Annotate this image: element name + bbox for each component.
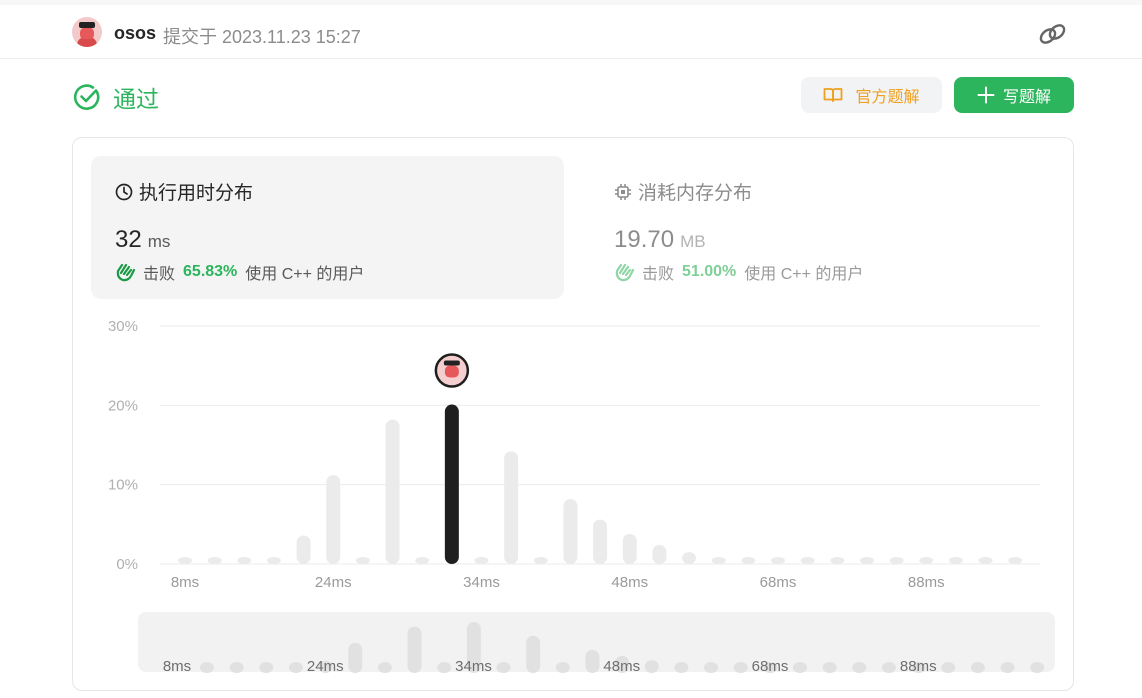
- navigator-bar: [288, 662, 303, 673]
- runtime-distribution-chart: 0% 10% 20% 30% 8ms 24ms 34ms 48ms 68ms 88ms 8ms 24m…: [108, 318, 1045, 675]
- chart-bar[interactable]: [1008, 557, 1023, 564]
- navigator-bar: [496, 662, 511, 673]
- chart-bar-current[interactable]: [444, 404, 459, 564]
- chart-bar[interactable]: [652, 544, 667, 564]
- navigator-bar: [674, 662, 689, 673]
- navigator-bar: [644, 660, 659, 673]
- navigator-bar: [526, 635, 541, 673]
- user-marker-face: [444, 365, 459, 378]
- x-tick-label: 88ms: [908, 574, 945, 591]
- y-tick-label: 20%: [108, 397, 138, 414]
- chart-bar[interactable]: [326, 475, 341, 564]
- chart-bar[interactable]: [622, 533, 637, 564]
- navigator-tick-label: 68ms: [752, 658, 789, 675]
- chart-bar[interactable]: [741, 557, 756, 564]
- chart-bar[interactable]: [385, 419, 400, 564]
- navigator-bar: [970, 662, 985, 673]
- navigator-bar: [200, 662, 214, 673]
- chart-bar[interactable]: [593, 519, 608, 564]
- chart-bar[interactable]: [533, 557, 548, 564]
- navigator-bar: [822, 662, 837, 673]
- navigator-bar: [407, 626, 422, 673]
- navigator-bar: [585, 649, 600, 673]
- navigator-tick-label: 48ms: [603, 658, 640, 675]
- navigator-tick-label: 34ms: [455, 658, 492, 675]
- x-tick-label: 48ms: [611, 574, 648, 591]
- navigator-bar: [704, 662, 719, 673]
- chart-bar[interactable]: [207, 557, 222, 564]
- chart-bar[interactable]: [474, 557, 489, 564]
- navigator-bar: [259, 662, 274, 673]
- chart-bar[interactable]: [504, 451, 519, 564]
- chart-bar[interactable]: [889, 557, 904, 564]
- chart-bar[interactable]: [978, 557, 993, 564]
- navigator-bar: [852, 662, 867, 673]
- chart-bar[interactable]: [415, 557, 430, 564]
- navigator-bar: [555, 662, 570, 673]
- chart-bar[interactable]: [237, 557, 252, 564]
- y-tick-label: 30%: [108, 318, 138, 335]
- navigator-bar: [1030, 662, 1045, 673]
- navigator-bar: [1000, 662, 1015, 673]
- navigator-bar: [348, 642, 363, 673]
- x-tick-label: 68ms: [760, 574, 797, 591]
- y-tick-label: 0%: [116, 556, 138, 573]
- navigator-tick-label: 8ms: [163, 658, 191, 675]
- x-tick-label: 8ms: [171, 574, 199, 591]
- chart-bar[interactable]: [355, 557, 370, 564]
- navigator-bar: [793, 662, 807, 673]
- chart-bar[interactable]: [919, 557, 934, 564]
- chart-bar[interactable]: [682, 552, 697, 564]
- x-tick-label: 34ms: [463, 574, 500, 591]
- navigator-bar: [941, 662, 956, 673]
- chart-bar[interactable]: [711, 557, 726, 564]
- navigator-bar: [881, 662, 896, 673]
- chart-bar[interactable]: [266, 557, 281, 564]
- navigator-bar: [437, 662, 452, 673]
- y-tick-label: 10%: [108, 477, 138, 494]
- navigator-bar: [377, 662, 392, 673]
- navigator-tick-label: 88ms: [900, 658, 937, 675]
- navigator-bar: [733, 662, 748, 673]
- chart-bar[interactable]: [830, 557, 845, 564]
- chart-bar[interactable]: [563, 498, 578, 564]
- chart-bar[interactable]: [800, 557, 815, 564]
- chart-bar[interactable]: [948, 557, 963, 564]
- navigator-bar: [229, 662, 244, 673]
- x-tick-label: 24ms: [315, 574, 352, 591]
- chart-bar[interactable]: [178, 557, 192, 564]
- chart-bar[interactable]: [859, 557, 874, 564]
- chart-bar[interactable]: [771, 557, 785, 564]
- chart-bar[interactable]: [296, 535, 311, 564]
- navigator-tick-label: 24ms: [307, 658, 344, 675]
- user-marker-hat: [443, 360, 460, 366]
